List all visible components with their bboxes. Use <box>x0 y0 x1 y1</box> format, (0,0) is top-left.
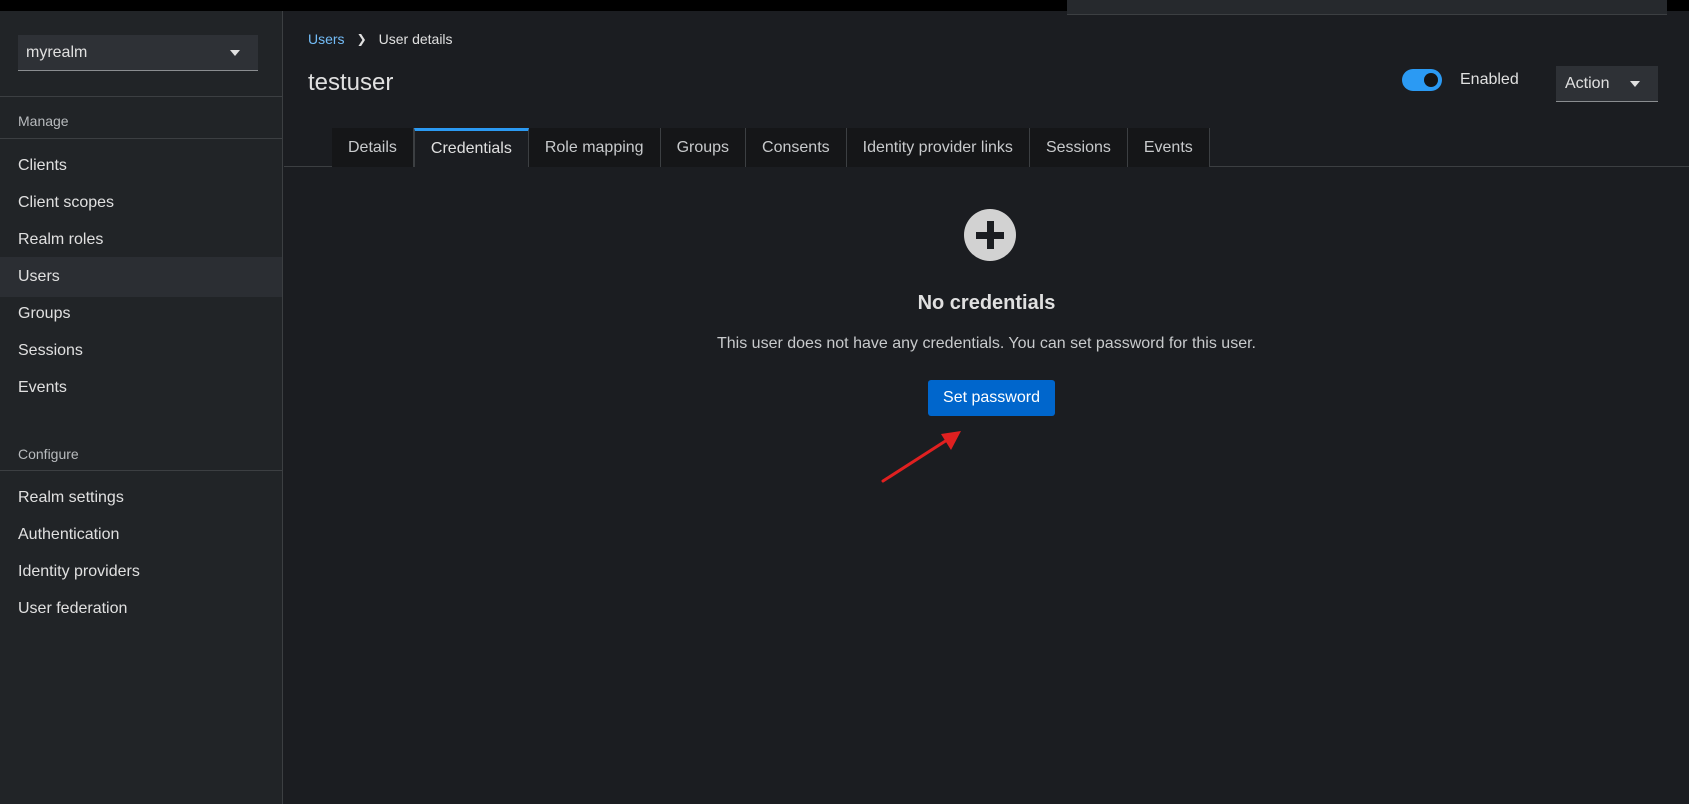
section-title-configure: Configure <box>18 446 79 462</box>
tab-details[interactable]: Details <box>332 128 414 167</box>
sidebar-item-clients[interactable]: Clients <box>0 146 282 186</box>
sidebar-item-client-scopes[interactable]: Client scopes <box>0 183 282 223</box>
sidebar: myrealm Manage Clients Client scopes Rea… <box>0 11 283 804</box>
action-dropdown-label: Action <box>1565 74 1610 92</box>
chevron-right-icon: ❯ <box>356 32 367 46</box>
caret-down-icon <box>230 50 240 56</box>
sidebar-item-realm-settings[interactable]: Realm settings <box>0 478 282 518</box>
sidebar-item-events[interactable]: Events <box>0 368 282 408</box>
caret-down-icon <box>1630 81 1640 87</box>
sidebar-divider <box>0 96 283 97</box>
plus-circle-icon <box>964 209 1016 261</box>
sidebar-item-identity-providers[interactable]: Identity providers <box>0 552 282 592</box>
sidebar-item-authentication[interactable]: Authentication <box>0 515 282 555</box>
toggle-knob <box>1424 73 1438 87</box>
section-title-manage: Manage <box>18 113 69 129</box>
tab-bar: Details Credentials Role mapping Groups … <box>332 128 1210 167</box>
tab-events[interactable]: Events <box>1127 128 1210 167</box>
tab-credentials[interactable]: Credentials <box>413 128 529 167</box>
tab-role-mapping[interactable]: Role mapping <box>528 128 661 167</box>
action-dropdown[interactable]: Action <box>1556 66 1658 102</box>
enabled-toggle-group: Enabled <box>1402 69 1519 91</box>
sidebar-divider <box>0 470 283 471</box>
annotation-arrow-icon <box>881 431 961 483</box>
tab-identity-provider-links[interactable]: Identity provider links <box>846 128 1030 167</box>
breadcrumb: Users ❯ User details <box>308 31 453 47</box>
main-content: Users ❯ User details testuser Enabled Ac… <box>284 11 1689 804</box>
realm-selector[interactable]: myrealm <box>18 35 258 71</box>
tab-groups[interactable]: Groups <box>660 128 747 167</box>
empty-state-title: No credentials <box>917 292 1056 314</box>
breadcrumb-current: User details <box>378 31 453 47</box>
tab-consents[interactable]: Consents <box>746 128 847 167</box>
tab-sessions[interactable]: Sessions <box>1029 128 1128 167</box>
set-password-button[interactable]: Set password <box>928 380 1055 416</box>
enabled-toggle[interactable] <box>1402 69 1442 91</box>
page-title: testuser <box>308 69 394 96</box>
enabled-label: Enabled <box>1460 71 1519 88</box>
empty-state-body: This user does not have any credentials.… <box>717 335 1256 352</box>
sidebar-item-user-federation[interactable]: User federation <box>0 589 282 629</box>
realm-selector-label: myrealm <box>26 43 88 61</box>
breadcrumb-users-link[interactable]: Users <box>308 31 345 47</box>
sidebar-item-sessions[interactable]: Sessions <box>0 331 282 371</box>
sidebar-divider <box>0 138 283 139</box>
sidebar-item-groups[interactable]: Groups <box>0 294 282 334</box>
sidebar-item-users[interactable]: Users <box>0 257 282 297</box>
sidebar-item-realm-roles[interactable]: Realm roles <box>0 220 282 260</box>
